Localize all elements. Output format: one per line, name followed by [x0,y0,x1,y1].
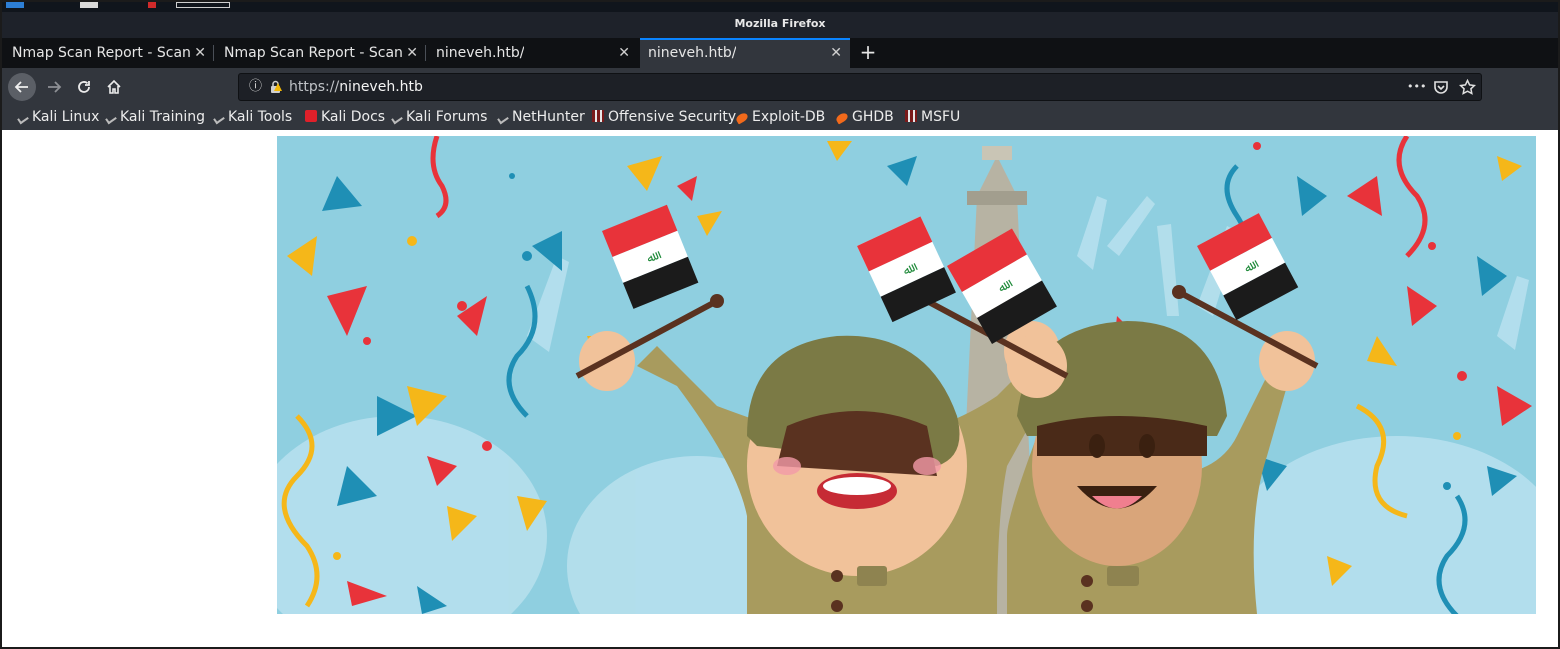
forward-button[interactable] [40,73,68,101]
url-text[interactable]: https://nineveh.htb [289,74,423,100]
bookmark-nethunter[interactable]: NetHunter [497,106,585,130]
bookmark-label: MSFU [921,109,961,125]
kali-dragon-icon [391,113,403,125]
close-icon[interactable]: ✕ [406,38,418,68]
new-tab-button[interactable]: + [857,38,879,68]
bookmark-star-icon[interactable] [1459,79,1476,96]
bookmark-kali-tools[interactable]: Kali Tools [213,106,293,130]
bookmark-label: Kali Docs [321,109,386,125]
kali-docs-icon [305,110,317,122]
tab-strip: Nmap Scan Report - Scanned ✕ Nmap Scan R… [2,38,1558,68]
info-icon[interactable]: ⓘ [249,74,262,100]
bookmark-label: NetHunter [512,109,585,125]
bookmark-label: Kali Forums [406,109,488,125]
insecure-lock-icon[interactable] [269,80,283,94]
url-scheme: https:// [289,79,340,95]
navigation-toolbar: ⓘ https://nineveh.htb ••• [2,68,1558,106]
bookmark-ghdb[interactable]: GHDB [834,106,894,130]
pocket-icon[interactable] [1433,80,1449,95]
os-menu-icon[interactable] [6,2,24,8]
bookmark-label: Kali Tools [228,109,293,125]
kali-dragon-icon [213,113,225,125]
os-top-panel [2,2,1558,12]
os-app-icon[interactable] [148,2,156,8]
page-content: ﷲ ﷲ ﷲ ﷲ [2,130,1558,647]
tab-nineveh-active[interactable]: nineveh.htb/ ✕ [640,38,850,68]
bookmark-label: Kali Training [120,109,205,125]
bookmark-kali-training[interactable]: Kali Training [105,106,205,130]
kali-dragon-icon [105,113,117,125]
tab-nineveh-1[interactable]: nineveh.htb/ ✕ [428,38,638,68]
page-actions-menu-icon[interactable]: ••• [1407,74,1426,100]
bookmark-label: Offensive Security [608,109,737,125]
exploit-db-icon [834,111,850,125]
bookmark-label: GHDB [852,109,894,125]
arrow-left-icon [14,81,28,93]
url-host: nineveh.htb [339,79,423,95]
offsec-icon [905,110,917,122]
tab-label: Nmap Scan Report - Scanned [12,45,190,61]
tab-nmap-2[interactable]: Nmap Scan Report - Scanned ✕ [216,38,426,68]
bookmark-kali-forums[interactable]: Kali Forums [391,106,488,130]
tab-label: nineveh.htb/ [648,45,737,61]
arrow-right-icon [48,81,62,93]
home-button[interactable] [100,73,128,101]
reload-icon [78,81,90,93]
celebration-banner-image: ﷲ ﷲ ﷲ ﷲ [277,136,1536,614]
bookmark-kali-docs[interactable]: Kali Docs [305,106,385,130]
bookmark-kali-linux[interactable]: Kali Linux [17,106,100,130]
bookmark-offensive-security[interactable]: Offensive Security [592,106,736,130]
browser-window: Mozilla Firefox Nmap Scan Report - Scann… [0,0,1560,649]
tab-label: Nmap Scan Report - Scanned [224,45,402,61]
os-terminal-icon[interactable] [80,2,98,8]
tab-nmap-1[interactable]: Nmap Scan Report - Scanned ✕ [4,38,214,68]
bookmark-msfu[interactable]: MSFU [905,106,960,130]
tab-label: nineveh.htb/ [436,45,525,61]
window-title: Mozilla Firefox [2,12,1558,38]
bookmarks-toolbar: Kali Linux Kali Training Kali Tools Kali… [2,106,1558,130]
close-icon[interactable]: ✕ [618,38,630,68]
reload-button[interactable] [70,73,98,101]
url-bar[interactable]: ⓘ https://nineveh.htb ••• [238,73,1482,101]
offsec-icon [592,110,604,122]
bookmark-exploit-db[interactable]: Exploit-DB [734,106,826,130]
bookmark-label: Exploit-DB [752,109,826,125]
back-button[interactable] [8,73,36,101]
exploit-db-icon [734,111,750,125]
bookmark-label: Kali Linux [32,109,100,125]
kali-dragon-icon [497,113,509,125]
close-icon[interactable]: ✕ [830,40,842,67]
close-icon[interactable]: ✕ [194,38,206,68]
os-window-button[interactable] [176,2,230,8]
home-icon [107,79,121,94]
kali-dragon-icon [17,113,29,125]
